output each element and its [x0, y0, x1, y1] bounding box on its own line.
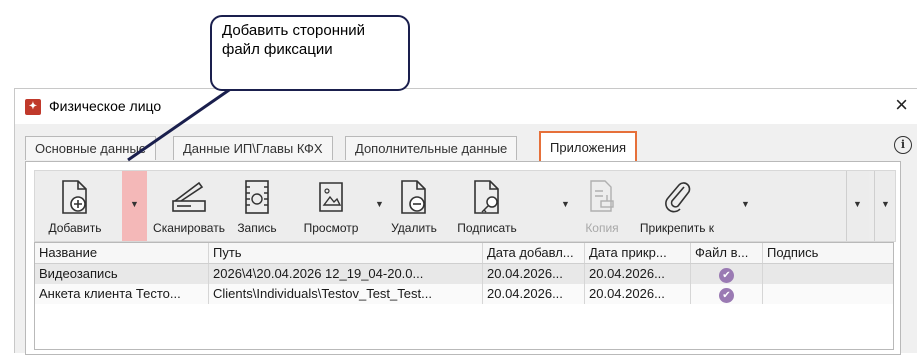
attachments-panel: ▼ Добавить Сканировать Запись Просмотр ▼…: [25, 161, 901, 355]
title-bar: ✦ Физическое лицо ×: [15, 89, 917, 124]
table-header: Название Путь Дата добавл... Дата прикр.…: [35, 243, 893, 264]
cell-file-flag: ✔: [691, 284, 763, 304]
tab-strip: Основные данные Данные ИП\Главы КФХ Допо…: [25, 131, 908, 161]
scan-button-label: Сканировать: [153, 221, 225, 235]
attach-button-label: Прикрепить к: [639, 221, 715, 235]
col-date-attached-header[interactable]: Дата прикр...: [585, 243, 691, 263]
col-date-added-header[interactable]: Дата добавл...: [483, 243, 585, 263]
toolbar-options-dropdown[interactable]: ▼: [874, 171, 895, 241]
checkmark-icon: ✔: [719, 288, 734, 303]
add-dropdown-arrow[interactable]: ▼: [122, 171, 147, 241]
add-button-label: Добавить: [48, 221, 102, 235]
preview-image-icon: [319, 182, 343, 212]
table-row[interactable]: Видеозапись 2026\4\20.04.2026 12_19_04-2…: [35, 264, 893, 284]
delete-button-label: Удалить: [391, 221, 437, 235]
cell-path: Clients\Individuals\Testov_Test_Test...: [209, 284, 483, 304]
cell-name: Видеозапись: [35, 264, 209, 284]
cell-signature: [763, 284, 893, 304]
cell-date-attached: 20.04.2026...: [585, 284, 691, 304]
close-button[interactable]: ×: [895, 92, 908, 118]
tooltip-callout: Добавить сторонний файл фиксации: [210, 15, 410, 91]
tab-main-data[interactable]: Основные данные: [25, 136, 157, 160]
cell-path: 2026\4\20.04.2026 12_19_04-20.0...: [209, 264, 483, 284]
window-title: Физическое лицо: [49, 98, 162, 114]
toolbar-overflow-dropdown[interactable]: ▼: [846, 171, 869, 241]
attach-dropdown-arrow[interactable]: ▼: [741, 199, 750, 209]
copy-stamp-icon: [590, 180, 614, 212]
cell-date-added: 20.04.2026...: [483, 264, 585, 284]
col-path-header[interactable]: Путь: [209, 243, 483, 263]
tab-additional-data[interactable]: Дополнительные данные: [345, 136, 518, 160]
info-icon[interactable]: i: [894, 136, 912, 154]
dialog-window: ✦ Физическое лицо × Основные данные Данн…: [14, 88, 917, 355]
sign-key-icon: [474, 180, 499, 214]
cell-file-flag: ✔: [691, 264, 763, 284]
add-file-icon: [62, 180, 87, 214]
cell-date-attached: 20.04.2026...: [585, 264, 691, 284]
tab-attachments[interactable]: Приложения: [539, 131, 638, 161]
sign-dropdown-arrow[interactable]: ▼: [561, 199, 570, 209]
view-button-label: Просмотр: [303, 221, 359, 235]
app-logo-icon: ✦: [25, 99, 41, 115]
toolbar: ▼ Добавить Сканировать Запись Просмотр ▼…: [34, 170, 896, 242]
paperclip-icon: [665, 182, 691, 213]
cell-signature: [763, 264, 893, 284]
tab-ip-data[interactable]: Данные ИП\Главы КФХ: [173, 136, 333, 160]
delete-file-icon: [401, 180, 426, 214]
table-row[interactable]: Анкета клиента Тесто... Clients\Individu…: [35, 284, 893, 304]
sign-button-label: Подписать: [457, 221, 517, 235]
cell-name: Анкета клиента Тесто...: [35, 284, 209, 304]
col-file-header[interactable]: Файл в...: [691, 243, 763, 263]
record-button-label: Запись: [237, 221, 277, 235]
scanner-icon: [172, 181, 206, 212]
video-record-icon: [245, 180, 269, 214]
attachments-table: Название Путь Дата добавл... Дата прикр.…: [34, 242, 894, 350]
cell-date-added: 20.04.2026...: [483, 284, 585, 304]
view-dropdown-arrow[interactable]: ▼: [375, 199, 384, 209]
copy-button-label: Копия: [585, 221, 619, 235]
checkmark-icon: ✔: [719, 268, 734, 283]
col-name-header[interactable]: Название: [35, 243, 209, 263]
col-signature-header[interactable]: Подпись: [763, 243, 893, 263]
